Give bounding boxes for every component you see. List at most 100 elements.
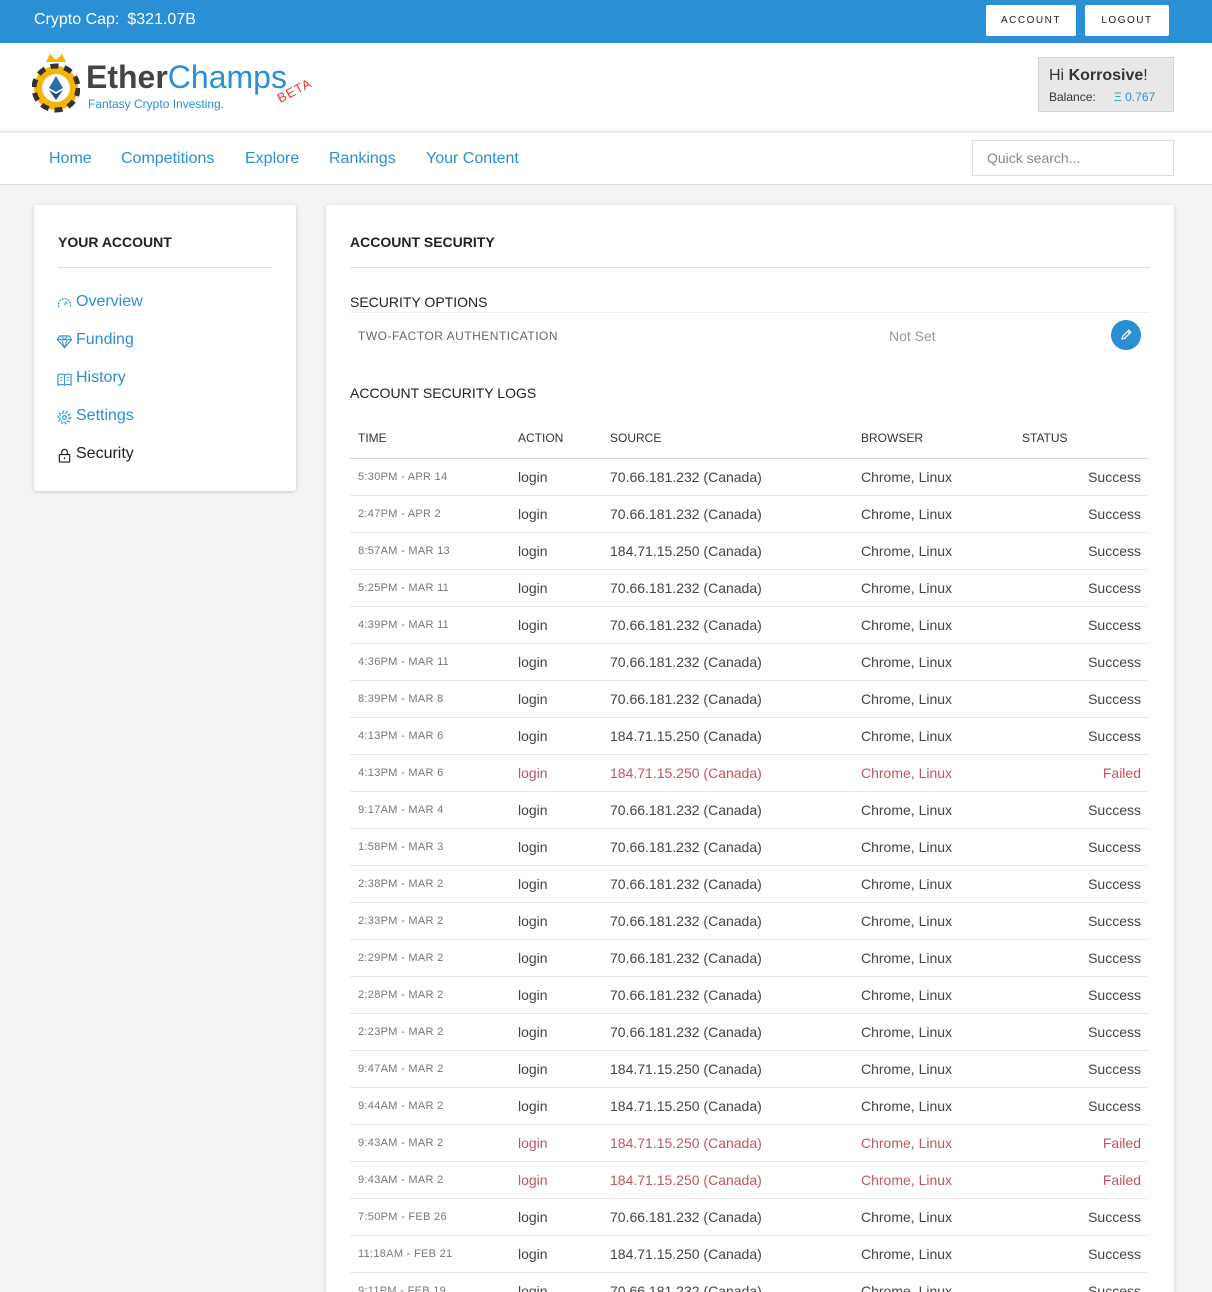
log-status-cell: Success [1014,902,1149,940]
logout-button[interactable]: LOGOUT [1085,5,1169,36]
ether-champs-logo-icon[interactable] [32,52,80,114]
log-browser-cell: Chrome, Linux [853,754,1014,792]
log-source-cell: 70.66.181.232 (Canada) [602,1198,853,1236]
log-status-cell: Success [1014,1198,1149,1236]
log-status-cell: Success [1014,1050,1149,1088]
log-source-cell: 70.66.181.232 (Canada) [602,865,853,903]
log-status-cell: Success [1014,569,1149,607]
account-button[interactable]: ACCOUNT [986,5,1076,36]
log-source-cell: 70.66.181.232 (Canada) [602,569,853,607]
column-header-status: STATUS [1014,431,1149,459]
site-header: EtherChamps BETA Fantasy Crypto Investin… [0,43,1212,132]
log-status-cell: Success [1014,1087,1149,1125]
table-header-row: TIME ACTION SOURCE BROWSER STATUS [350,431,1149,459]
quick-search-input[interactable] [972,140,1174,176]
log-action-cell: login [510,1161,602,1199]
tagline: Fantasy Crypto Investing. [88,97,225,111]
log-browser-cell: Chrome, Linux [853,865,1014,903]
table-row: 4:39PM - MAR 11 login 70.66.181.232 (Canad… [350,606,1149,644]
table-row: 4:36PM - MAR 11 login 70.66.181.232 (Canad… [350,643,1149,681]
security-logs-body: 5:30PM - APR 14 login 70.66.181.232 (Canad… [350,458,1149,1292]
security-options-title: SECURITY OPTIONS [350,294,488,310]
log-source-cell: 70.66.181.232 (Canada) [602,495,853,533]
account-security-panel: ACCOUNT SECURITY SECURITY OPTIONS TWO-FA… [326,205,1174,1292]
log-source-cell: 70.66.181.232 (Canada) [602,791,853,829]
nav-rankings[interactable]: Rankings [329,150,396,168]
sidebar-title: YOUR ACCOUNT [58,234,172,250]
table-row: 9:47AM - MAR 2 login 184.71.15.250 (Canada… [350,1050,1149,1088]
log-time-cell: 4:39PM - MAR 11 [350,606,510,644]
nav-explore[interactable]: Explore [245,150,299,168]
table-row: 9:44AM - MAR 2 login 184.71.15.250 (Canada… [350,1087,1149,1125]
log-action-cell: login [510,902,602,940]
log-browser-cell: Chrome, Linux [853,791,1014,829]
log-status-cell: Success [1014,1272,1149,1292]
nav-home[interactable]: Home [49,150,92,168]
edit-two-factor-button[interactable] [1111,320,1141,350]
log-action-cell: login [510,1087,602,1125]
table-row: 1:58PM - MAR 3 login 70.66.181.232 (Canada… [350,828,1149,866]
log-source-cell: 70.66.181.232 (Canada) [602,606,853,644]
log-browser-cell: Chrome, Linux [853,828,1014,866]
table-row: 8:57AM - MAR 13 login 184.71.15.250 (Canad… [350,532,1149,570]
log-source-cell: 184.71.15.250 (Canada) [602,1161,853,1199]
brand-name[interactable]: EtherChamps [86,59,287,96]
log-time-cell: 9:44AM - MAR 2 [350,1087,510,1125]
log-browser-cell: Chrome, Linux [853,643,1014,681]
nav-competitions[interactable]: Competitions [121,150,214,168]
log-source-cell: 184.71.15.250 (Canada) [602,1235,853,1273]
nav-your-content[interactable]: Your Content [426,150,519,168]
log-source-cell: 184.71.15.250 (Canada) [602,717,853,755]
log-status-cell: Success [1014,828,1149,866]
log-status-cell: Success [1014,606,1149,644]
balance-label: Balance: [1049,90,1096,104]
log-action-cell: login [510,939,602,977]
log-browser-cell: Chrome, Linux [853,1087,1014,1125]
gauge-icon [57,298,72,308]
log-status-cell: Success [1014,939,1149,977]
log-action-cell: login [510,1235,602,1273]
log-action-cell: login [510,865,602,903]
log-browser-cell: Chrome, Linux [853,1272,1014,1292]
log-time-cell: 5:25PM - MAR 11 [350,569,510,607]
sidebar-item-label: Overview [76,293,143,310]
sidebar-item-label: Security [76,445,134,462]
log-time-cell: 9:43AM - MAR 2 [350,1124,510,1162]
log-status-cell: Success [1014,458,1149,496]
log-source-cell: 70.66.181.232 (Canada) [602,1272,853,1292]
log-time-cell: 8:39PM - MAR 8 [350,680,510,718]
options-divider [350,312,1150,313]
sidebar-item-label: History [76,369,126,386]
log-time-cell: 1:58PM - MAR 3 [350,828,510,866]
log-browser-cell: Chrome, Linux [853,1235,1014,1273]
log-status-cell: Success [1014,1013,1149,1051]
column-header-source: SOURCE [602,431,853,459]
sidebar-item-label: Settings [76,407,134,424]
log-browser-cell: Chrome, Linux [853,1050,1014,1088]
log-browser-cell: Chrome, Linux [853,532,1014,570]
log-browser-cell: Chrome, Linux [853,717,1014,755]
log-source-cell: 184.71.15.250 (Canada) [602,1087,853,1125]
gear-icon [57,410,72,425]
log-time-cell: 9:47AM - MAR 2 [350,1050,510,1088]
log-browser-cell: Chrome, Linux [853,902,1014,940]
log-time-cell: 2:33PM - MAR 2 [350,902,510,940]
log-action-cell: login [510,606,602,644]
log-source-cell: 184.71.15.250 (Canada) [602,754,853,792]
log-browser-cell: Chrome, Linux [853,976,1014,1014]
log-browser-cell: Chrome, Linux [853,458,1014,496]
log-browser-cell: Chrome, Linux [853,1013,1014,1051]
username: Korrosive [1068,67,1144,84]
table-row: 4:13PM - MAR 6 login 184.71.15.250 (Canada… [350,754,1149,792]
log-source-cell: 70.66.181.232 (Canada) [602,1013,853,1051]
log-time-cell: 2:47PM - APR 2 [350,495,510,533]
log-action-cell: login [510,458,602,496]
table-row: 2:47PM - APR 2 login 70.66.181.232 (Canada… [350,495,1149,533]
lock-icon [58,448,71,463]
book-icon [57,373,72,386]
log-time-cell: 2:29PM - MAR 2 [350,939,510,977]
title-divider [350,267,1150,268]
table-row: 9:11PM - FEB 19 login 70.66.181.232 (Canad… [350,1272,1149,1292]
balance-value[interactable]: Ξ 0.767 [1114,90,1155,104]
log-browser-cell: Chrome, Linux [853,606,1014,644]
